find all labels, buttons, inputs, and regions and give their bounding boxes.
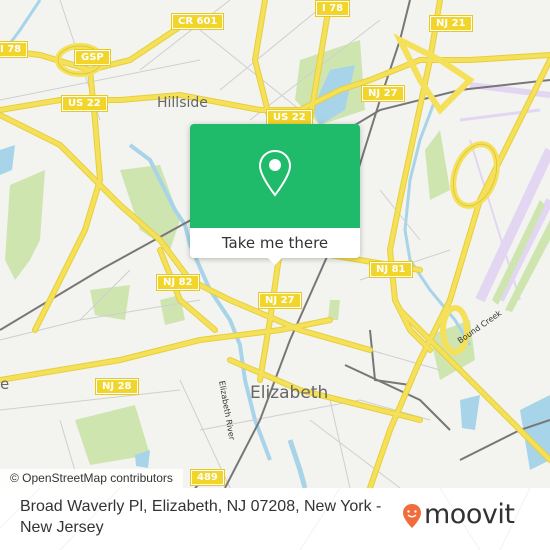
location-popup: Take me there <box>190 124 360 265</box>
moovit-pin-icon <box>403 504 421 528</box>
footer: Broad Waverly Pl, Elizabeth, NJ 07208, N… <box>0 488 550 550</box>
place-label-elizabeth: Elizabeth <box>250 383 329 403</box>
map-attribution[interactable]: © OpenStreetMap contributors <box>0 469 183 488</box>
road-shield-nj27-top: NJ 27 <box>361 85 405 102</box>
take-me-there-button[interactable]: Take me there <box>190 228 360 258</box>
location-pin-icon <box>258 149 292 197</box>
road-shield-nj82: NJ 82 <box>156 274 200 291</box>
road-shield-nj21: NJ 21 <box>429 15 473 32</box>
road-shield-cr601: CR 601 <box>170 13 225 30</box>
road-shield-nj27: NJ 27 <box>258 292 302 309</box>
airport-runways <box>459 82 550 303</box>
road-shield-nj28: NJ 28 <box>95 378 139 395</box>
moovit-logo[interactable]: moovit <box>402 499 542 539</box>
road-shield-cr489: 489 <box>190 469 225 486</box>
road-shield-i78: I 78 <box>314 0 351 17</box>
road-shield-us22: US 22 <box>266 109 313 126</box>
road-shield-gsp: GSP <box>74 49 111 66</box>
road-shield-i78-left: I 78 <box>0 41 29 58</box>
place-label-partial: e <box>0 375 10 393</box>
place-label-hillside: Hillside <box>157 95 208 111</box>
popup-header <box>190 124 360 228</box>
map[interactable]: I 78 GSP CR 601 I 78 NJ 21 US 22 US 22 N… <box>0 0 550 488</box>
road-shield-nj81: NJ 81 <box>369 261 413 278</box>
moovit-wordmark: moovit <box>424 499 515 530</box>
address-text: Broad Waverly Pl, Elizabeth, NJ 07208, N… <box>20 498 382 536</box>
popup-pointer <box>268 258 282 265</box>
road-shield-us22-left: US 22 <box>61 95 108 112</box>
